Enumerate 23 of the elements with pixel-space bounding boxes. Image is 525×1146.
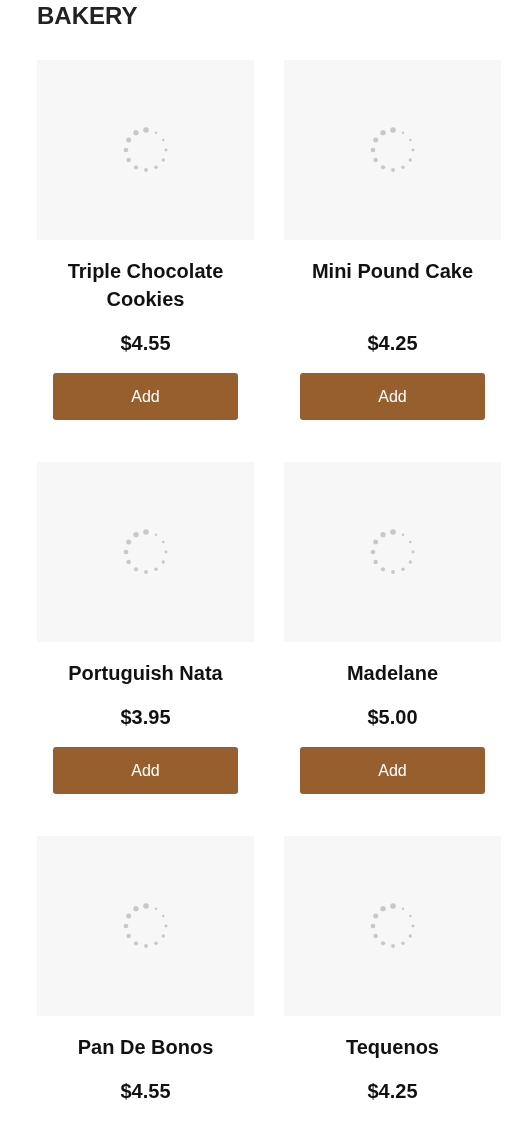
loading-spinner-icon [121,126,170,174]
product-name: Madelane [345,661,440,686]
loading-spinner-icon [368,902,417,950]
product-price: $4.25 [367,331,418,356]
add-button[interactable]: Add [53,747,238,794]
product-price: $4.55 [120,1079,171,1104]
add-button[interactable]: Add [300,373,485,420]
product-name: Pan De Bonos [76,1035,215,1060]
product-name: Tequenos [345,1035,440,1060]
product-price: $3.95 [120,705,171,730]
section-title: BAKERY [37,1,138,30]
product-name: Mini Pound Cake [310,259,475,284]
loading-spinner-icon [368,528,417,576]
product-price: $5.00 [367,705,418,730]
loading-spinner-icon [121,528,170,576]
product-price: $4.55 [120,331,171,356]
product-price: $4.25 [367,1079,418,1104]
product-name: Portuguish Nata [67,661,224,686]
product-name: Triple Chocolate Cookies [66,259,225,312]
loading-spinner-icon [121,902,170,950]
loading-spinner-icon [368,126,417,174]
add-button[interactable]: Add [53,373,238,420]
add-button[interactable]: Add [300,747,485,794]
